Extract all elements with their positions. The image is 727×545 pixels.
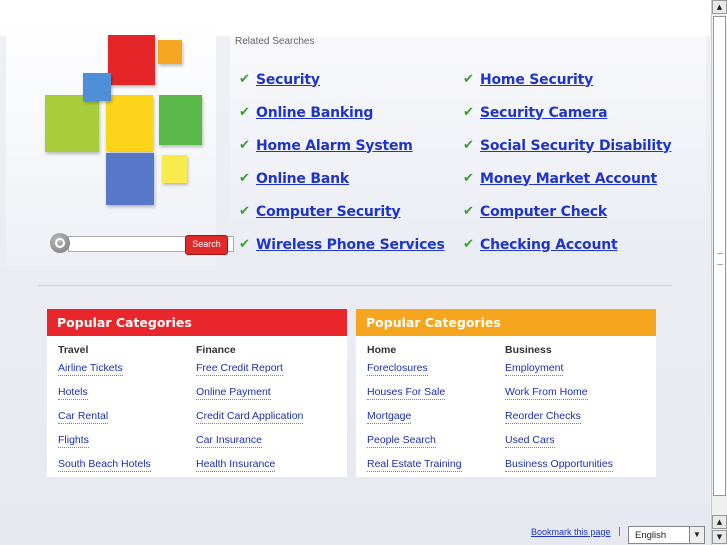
related-link-checking-account[interactable]: Checking Account	[480, 237, 618, 253]
category-link[interactable]: Work From Home	[505, 386, 588, 400]
logo-square-yellow	[106, 95, 153, 151]
language-value: English	[635, 530, 667, 541]
popular-categories-header: Popular Categories	[47, 309, 347, 336]
check-icon: ✔	[463, 171, 474, 186]
category-heading: Finance	[196, 344, 236, 356]
category-link[interactable]: Hotels	[58, 386, 88, 400]
related-link-security-camera[interactable]: Security Camera	[480, 105, 608, 121]
check-icon: ✔	[463, 138, 474, 153]
related-link-home-security[interactable]: Home Security	[480, 72, 593, 88]
bookmark-link[interactable]: Bookmark this page	[531, 527, 611, 537]
category-link[interactable]: South Beach Hotels	[58, 458, 151, 472]
chevron-down-icon[interactable]: ▼	[689, 527, 704, 543]
related-row: ✔ Home Alarm System	[239, 129, 445, 162]
category-link[interactable]: Real Estate Training	[367, 458, 462, 472]
logo-square-lime	[45, 95, 99, 152]
related-row: ✔ Computer Check	[463, 195, 671, 228]
related-row: ✔ Checking Account	[463, 228, 671, 261]
related-row: ✔ Security	[239, 63, 445, 96]
category-link[interactable]: Business Opportunities	[505, 458, 613, 472]
related-row: ✔ Computer Security	[239, 195, 445, 228]
category-link[interactable]: Free Credit Report	[196, 362, 283, 376]
related-link-online-banking[interactable]: Online Banking	[256, 105, 373, 121]
related-row: ✔ Wireless Phone Services	[239, 228, 445, 261]
search-button[interactable]: Search	[185, 235, 228, 255]
check-icon: ✔	[463, 72, 474, 87]
related-link-online-bank[interactable]: Online Bank	[256, 171, 349, 187]
check-icon: ✔	[239, 138, 250, 153]
category-link[interactable]: Used Cars	[505, 434, 555, 448]
logo-square-paleyellow	[162, 155, 187, 183]
category-heading: Home	[367, 344, 397, 356]
related-searches-title: Related Searches	[235, 36, 315, 47]
logo-square-blue	[83, 73, 111, 101]
category-link[interactable]: Car Insurance	[196, 434, 262, 448]
related-link-security[interactable]: Security	[256, 72, 320, 88]
related-row: ✔ Online Banking	[239, 96, 445, 129]
category-link[interactable]: Car Rental	[58, 410, 109, 424]
check-icon: ✔	[239, 204, 250, 219]
related-row: ✔ Online Bank	[239, 162, 445, 195]
popular-categories-header: Popular Categories	[356, 309, 656, 336]
category-link[interactable]: People Search	[367, 434, 436, 448]
related-row: ✔ Home Security	[463, 63, 671, 96]
category-column-travel: Travel Airline Tickets Hotels Car Rental…	[58, 344, 151, 482]
category-link[interactable]: Mortgage	[367, 410, 412, 424]
check-icon: ✔	[463, 204, 474, 219]
category-column-finance: Finance Free Credit Report Online Paymen…	[196, 344, 304, 482]
check-icon: ✔	[239, 171, 250, 186]
category-link[interactable]: Airline Tickets	[58, 362, 123, 376]
related-link-wireless-phone-services[interactable]: Wireless Phone Services	[256, 237, 445, 253]
scroll-down-icon[interactable]: ▼	[712, 530, 727, 544]
divider	[38, 285, 672, 286]
category-link[interactable]: Flights	[58, 434, 89, 448]
popular-categories-box: Popular Categories Home Foreclosures Hou…	[356, 309, 656, 477]
check-icon: ✔	[463, 105, 474, 120]
check-icon: ✔	[463, 237, 474, 252]
category-link[interactable]: Reorder Checks	[505, 410, 581, 424]
popular-categories-box: Popular Categories Travel Airline Ticket…	[47, 309, 347, 477]
category-column-business: Business Employment Work From Home Reord…	[505, 344, 613, 482]
check-icon: ✔	[239, 237, 250, 252]
scrollbar[interactable]: ▲ ▲ ▼	[711, 0, 727, 545]
category-link[interactable]: Online Payment	[196, 386, 271, 400]
scroll-up-icon[interactable]: ▲	[712, 0, 727, 14]
logo	[40, 30, 210, 215]
category-link[interactable]: Credit Card Application	[196, 410, 304, 424]
category-link[interactable]: Employment	[505, 362, 564, 376]
grip-icon	[717, 253, 723, 265]
category-column-home: Home Foreclosures Houses For Sale Mortga…	[367, 344, 462, 482]
related-link-home-alarm-system[interactable]: Home Alarm System	[256, 138, 413, 154]
related-link-money-market-account[interactable]: Money Market Account	[480, 171, 657, 187]
category-link[interactable]: Foreclosures	[367, 362, 428, 376]
related-links-left: ✔ Security ✔ Online Banking ✔ Home Alarm Sy…	[239, 63, 445, 261]
logo-square-green	[159, 95, 202, 145]
check-icon: ✔	[239, 72, 250, 87]
related-row: ✔ Social Security Disability	[463, 129, 672, 162]
search-icon	[50, 233, 70, 253]
logo-square-orange	[158, 40, 182, 64]
related-row: ✔ Security Camera	[463, 96, 671, 129]
related-links-right: ✔ Home Security ✔ Security Camera ✔ Social …	[463, 63, 672, 261]
scroll-up-icon[interactable]: ▲	[712, 515, 727, 529]
language-select[interactable]: English ▼	[628, 526, 705, 544]
logo-square-darkblue	[106, 153, 154, 205]
scrollbar-thumb[interactable]	[713, 16, 726, 496]
check-icon: ✔	[239, 105, 250, 120]
category-link[interactable]: Health Insurance	[196, 458, 276, 472]
category-heading: Business	[505, 344, 552, 356]
logo-square-red	[108, 35, 155, 85]
related-link-computer-check[interactable]: Computer Check	[480, 204, 607, 220]
category-link[interactable]: Houses For Sale	[367, 386, 446, 400]
footer-separator: |	[618, 527, 622, 537]
related-link-social-security-disability[interactable]: Social Security Disability	[480, 138, 672, 154]
related-row: ✔ Money Market Account	[463, 162, 671, 195]
category-heading: Travel	[58, 344, 89, 356]
related-link-computer-security[interactable]: Computer Security	[256, 204, 401, 220]
